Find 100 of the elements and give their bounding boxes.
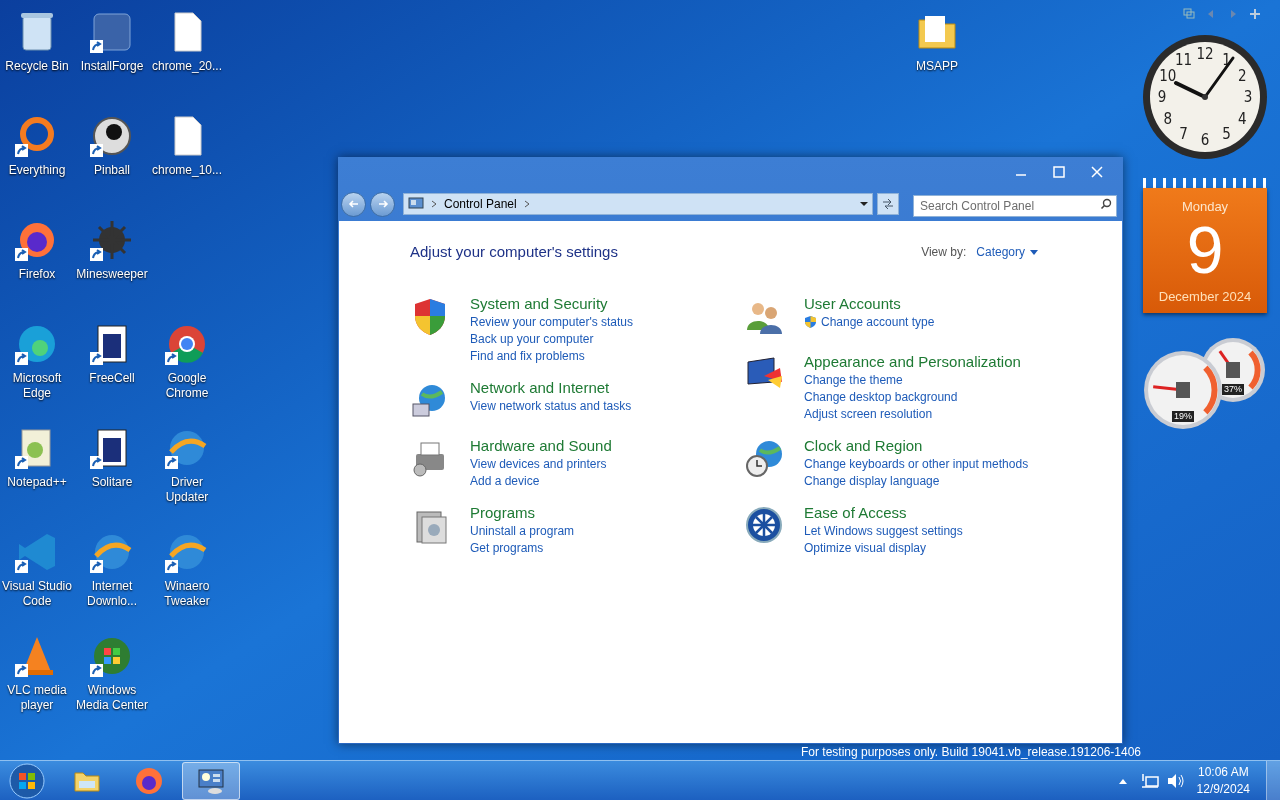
task-link[interactable]: Add a device <box>470 472 540 489</box>
task-link[interactable]: Change desktop background <box>804 388 958 405</box>
task-link[interactable]: Uninstall a program <box>470 522 575 539</box>
task-link[interactable]: View devices and printers <box>470 455 607 472</box>
chevron-icon <box>522 200 531 208</box>
desktop-icon[interactable]: Everything <box>0 112 75 178</box>
document-icon <box>174 12 202 52</box>
meter-reading: 19% <box>1172 411 1194 422</box>
task-link[interactable]: Change account type <box>821 313 935 330</box>
desktop-icon-label: chrome_10... <box>151 163 222 178</box>
right-arrow-icon <box>376 198 389 210</box>
desktop-icon[interactable]: Pinball <box>74 112 150 178</box>
month-year-text: December 2024 <box>1158 287 1252 306</box>
desktop-icon[interactable]: Driver Updater <box>149 424 225 505</box>
desktop-icon[interactable]: Recycle Bin <box>0 8 75 74</box>
desktop-icon-label: MSAPP <box>916 59 958 74</box>
category-link[interactable]: Hardware and Sound <box>470 435 612 455</box>
search-field[interactable]: Search Control Panel <box>913 195 1117 217</box>
desktop-icon[interactable]: Windows Media Center <box>74 632 150 713</box>
meter-reading: 37% <box>1222 384 1244 395</box>
desktop-icon-label: Internet Downlo... <box>86 579 138 609</box>
weekday-text: Monday <box>1181 198 1229 216</box>
task-link[interactable]: Back up your computer <box>470 330 594 347</box>
desktop-icon-label: InstallForge <box>80 59 144 74</box>
desktop-icon[interactable]: chrome_10... <box>149 112 225 178</box>
desktop-icon-label: Recycle Bin <box>5 59 69 74</box>
globe-icon <box>169 535 207 569</box>
show-hidden-icons-icon[interactable] <box>1118 777 1127 784</box>
desktop-icon[interactable]: Notepad++ <box>0 424 75 490</box>
app-square-icon <box>93 13 131 51</box>
category-link[interactable]: Programs <box>470 502 536 522</box>
search-icon <box>1100 198 1112 210</box>
task-link[interactable]: View network status and tasks <box>470 397 632 414</box>
desktop-icon[interactable]: FreeCell <box>74 320 150 386</box>
view-by-label: View by: <box>921 244 967 262</box>
refresh-icon <box>881 197 895 211</box>
task-link[interactable]: Find and fix problems <box>470 347 585 364</box>
ball-icon <box>93 117 131 155</box>
system-clock[interactable]: 10:06 AM 12/9/2024 <box>1196 763 1250 798</box>
network-icon[interactable] <box>1140 772 1159 789</box>
trash-bin-icon <box>21 13 53 51</box>
chip-icon <box>1226 362 1240 378</box>
category-link[interactable]: Ease of Access <box>804 502 907 522</box>
build-watermark-text: For testing purposes only. Build 19041.vb_release.191206-1406 <box>801 745 1141 759</box>
chrome-circle-icon <box>169 326 205 363</box>
category-link[interactable]: Network and Internet <box>470 377 610 397</box>
desktop-icon-label: Pinball <box>94 163 130 178</box>
category-link[interactable]: Appearance and Personalization <box>804 351 1021 371</box>
caret-icon <box>1030 249 1038 255</box>
category-link[interactable]: Clock and Region <box>804 435 923 455</box>
desktop-icon-label: Firefox <box>18 267 56 282</box>
task-link[interactable]: Get programs <box>470 539 544 556</box>
desktop-icon[interactable]: VLC media player <box>0 632 75 713</box>
breadcrumb-item[interactable]: Control Panel <box>444 195 517 213</box>
task-link[interactable]: Let Windows suggest settings <box>804 522 963 539</box>
dropdown-caret-icon <box>860 200 868 208</box>
desktop-icon[interactable]: Internet Downlo... <box>74 528 150 609</box>
task-link[interactable]: Change the theme <box>804 371 903 388</box>
desktop-icon[interactable]: Winaero Tweaker <box>149 528 225 609</box>
taskbar-button[interactable] <box>182 761 240 800</box>
document-icon <box>174 116 202 156</box>
desktop-icon[interactable]: chrome_20... <box>149 8 225 74</box>
task-link[interactable]: Optimize visual display <box>804 539 927 556</box>
desktop-icon-label: Winaero Tweaker <box>163 579 211 609</box>
desktop-icon[interactable]: Minesweeper <box>74 216 150 282</box>
globe-icon <box>169 431 207 465</box>
desktop-icon[interactable]: MSAPP <box>899 8 975 74</box>
desktop-icon-label: chrome_20... <box>151 59 222 74</box>
task-link[interactable]: Review your computer's status <box>470 313 634 330</box>
maximize-icon <box>1053 166 1065 178</box>
back-button[interactable] <box>341 191 366 217</box>
refresh-button[interactable] <box>877 193 899 215</box>
desktop-icon-label: Notepad++ <box>7 475 67 490</box>
clock-date: 12/9/2024 <box>1196 780 1250 798</box>
desktop-icon[interactable]: Visual Studio Code <box>0 528 75 609</box>
task-link[interactable]: Change display language <box>804 472 940 489</box>
view-by-dropdown[interactable]: Category <box>976 243 1038 262</box>
task-link[interactable]: Change keyboards or other input methods <box>804 455 1029 472</box>
desktop-icon[interactable]: Firefox <box>0 216 75 282</box>
show-desktop-button[interactable] <box>1266 760 1280 800</box>
desktop-icon-label: Windows Media Center <box>74 683 149 713</box>
desktop-icon-label: Driver Updater <box>164 475 210 505</box>
desktop-icon-label: Google Chrome <box>164 371 210 401</box>
chip-icon <box>1176 382 1190 398</box>
notepad-icon <box>21 429 51 467</box>
task-link[interactable]: Adjust screen resolution <box>804 405 933 422</box>
forward-button[interactable] <box>370 191 395 217</box>
desktop-icon[interactable]: Microsoft Edge <box>0 320 75 401</box>
add-gadget-icon[interactable] <box>1249 8 1261 20</box>
category-link[interactable]: System and Security <box>470 293 608 313</box>
desktop-icon-label: FreeCell <box>89 371 135 386</box>
category-link[interactable]: User Accounts <box>804 293 901 313</box>
address-bar[interactable]: Control Panel <box>403 193 873 215</box>
desktop-icon[interactable]: InstallForge <box>74 8 150 74</box>
code-ribbon-icon <box>19 534 55 570</box>
playing-card-icon <box>97 325 127 363</box>
speaker-icon[interactable] <box>1166 772 1185 789</box>
desktop-icon[interactable]: Google Chrome <box>149 320 225 401</box>
desktop-icon-label: VLC media player <box>6 683 68 713</box>
desktop-icon[interactable]: Solitare <box>74 424 150 490</box>
